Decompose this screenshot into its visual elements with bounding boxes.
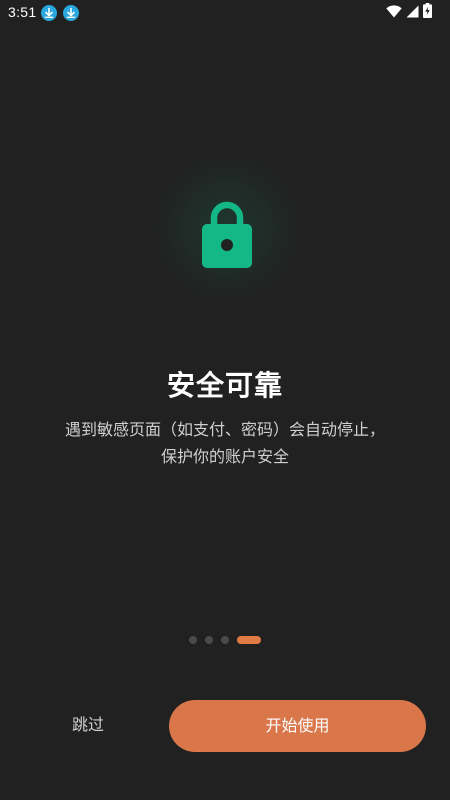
- start-button[interactable]: 开始使用: [169, 700, 426, 752]
- page-dot-active: [237, 636, 261, 644]
- page-dot: [221, 636, 229, 644]
- lock-icon: [199, 198, 255, 270]
- signal-icon: [406, 3, 419, 22]
- status-time: 3:51: [8, 4, 37, 20]
- battery-charging-icon: [423, 2, 432, 22]
- onboarding-screen: 3:51 安全可靠 遇到敏感页面（如支付、密码）会自动停止， 保护你的账户安全 …: [0, 0, 450, 800]
- status-indicators: [386, 2, 432, 22]
- download-icon: [63, 5, 79, 21]
- page-description: 遇到敏感页面（如支付、密码）会自动停止， 保护你的账户安全: [30, 416, 420, 470]
- download-icon: [41, 5, 57, 21]
- page-dot: [205, 636, 213, 644]
- page-indicator: [0, 636, 450, 644]
- description-line: 遇到敏感页面（如支付、密码）会自动停止，: [64, 420, 385, 439]
- skip-button[interactable]: 跳过: [48, 705, 128, 745]
- page-dot: [189, 636, 197, 644]
- description-line: 保护你的账户安全: [160, 447, 289, 466]
- status-bar: 3:51: [0, 0, 450, 26]
- page-title: 安全可靠: [166, 369, 283, 402]
- wifi-icon: [386, 3, 402, 22]
